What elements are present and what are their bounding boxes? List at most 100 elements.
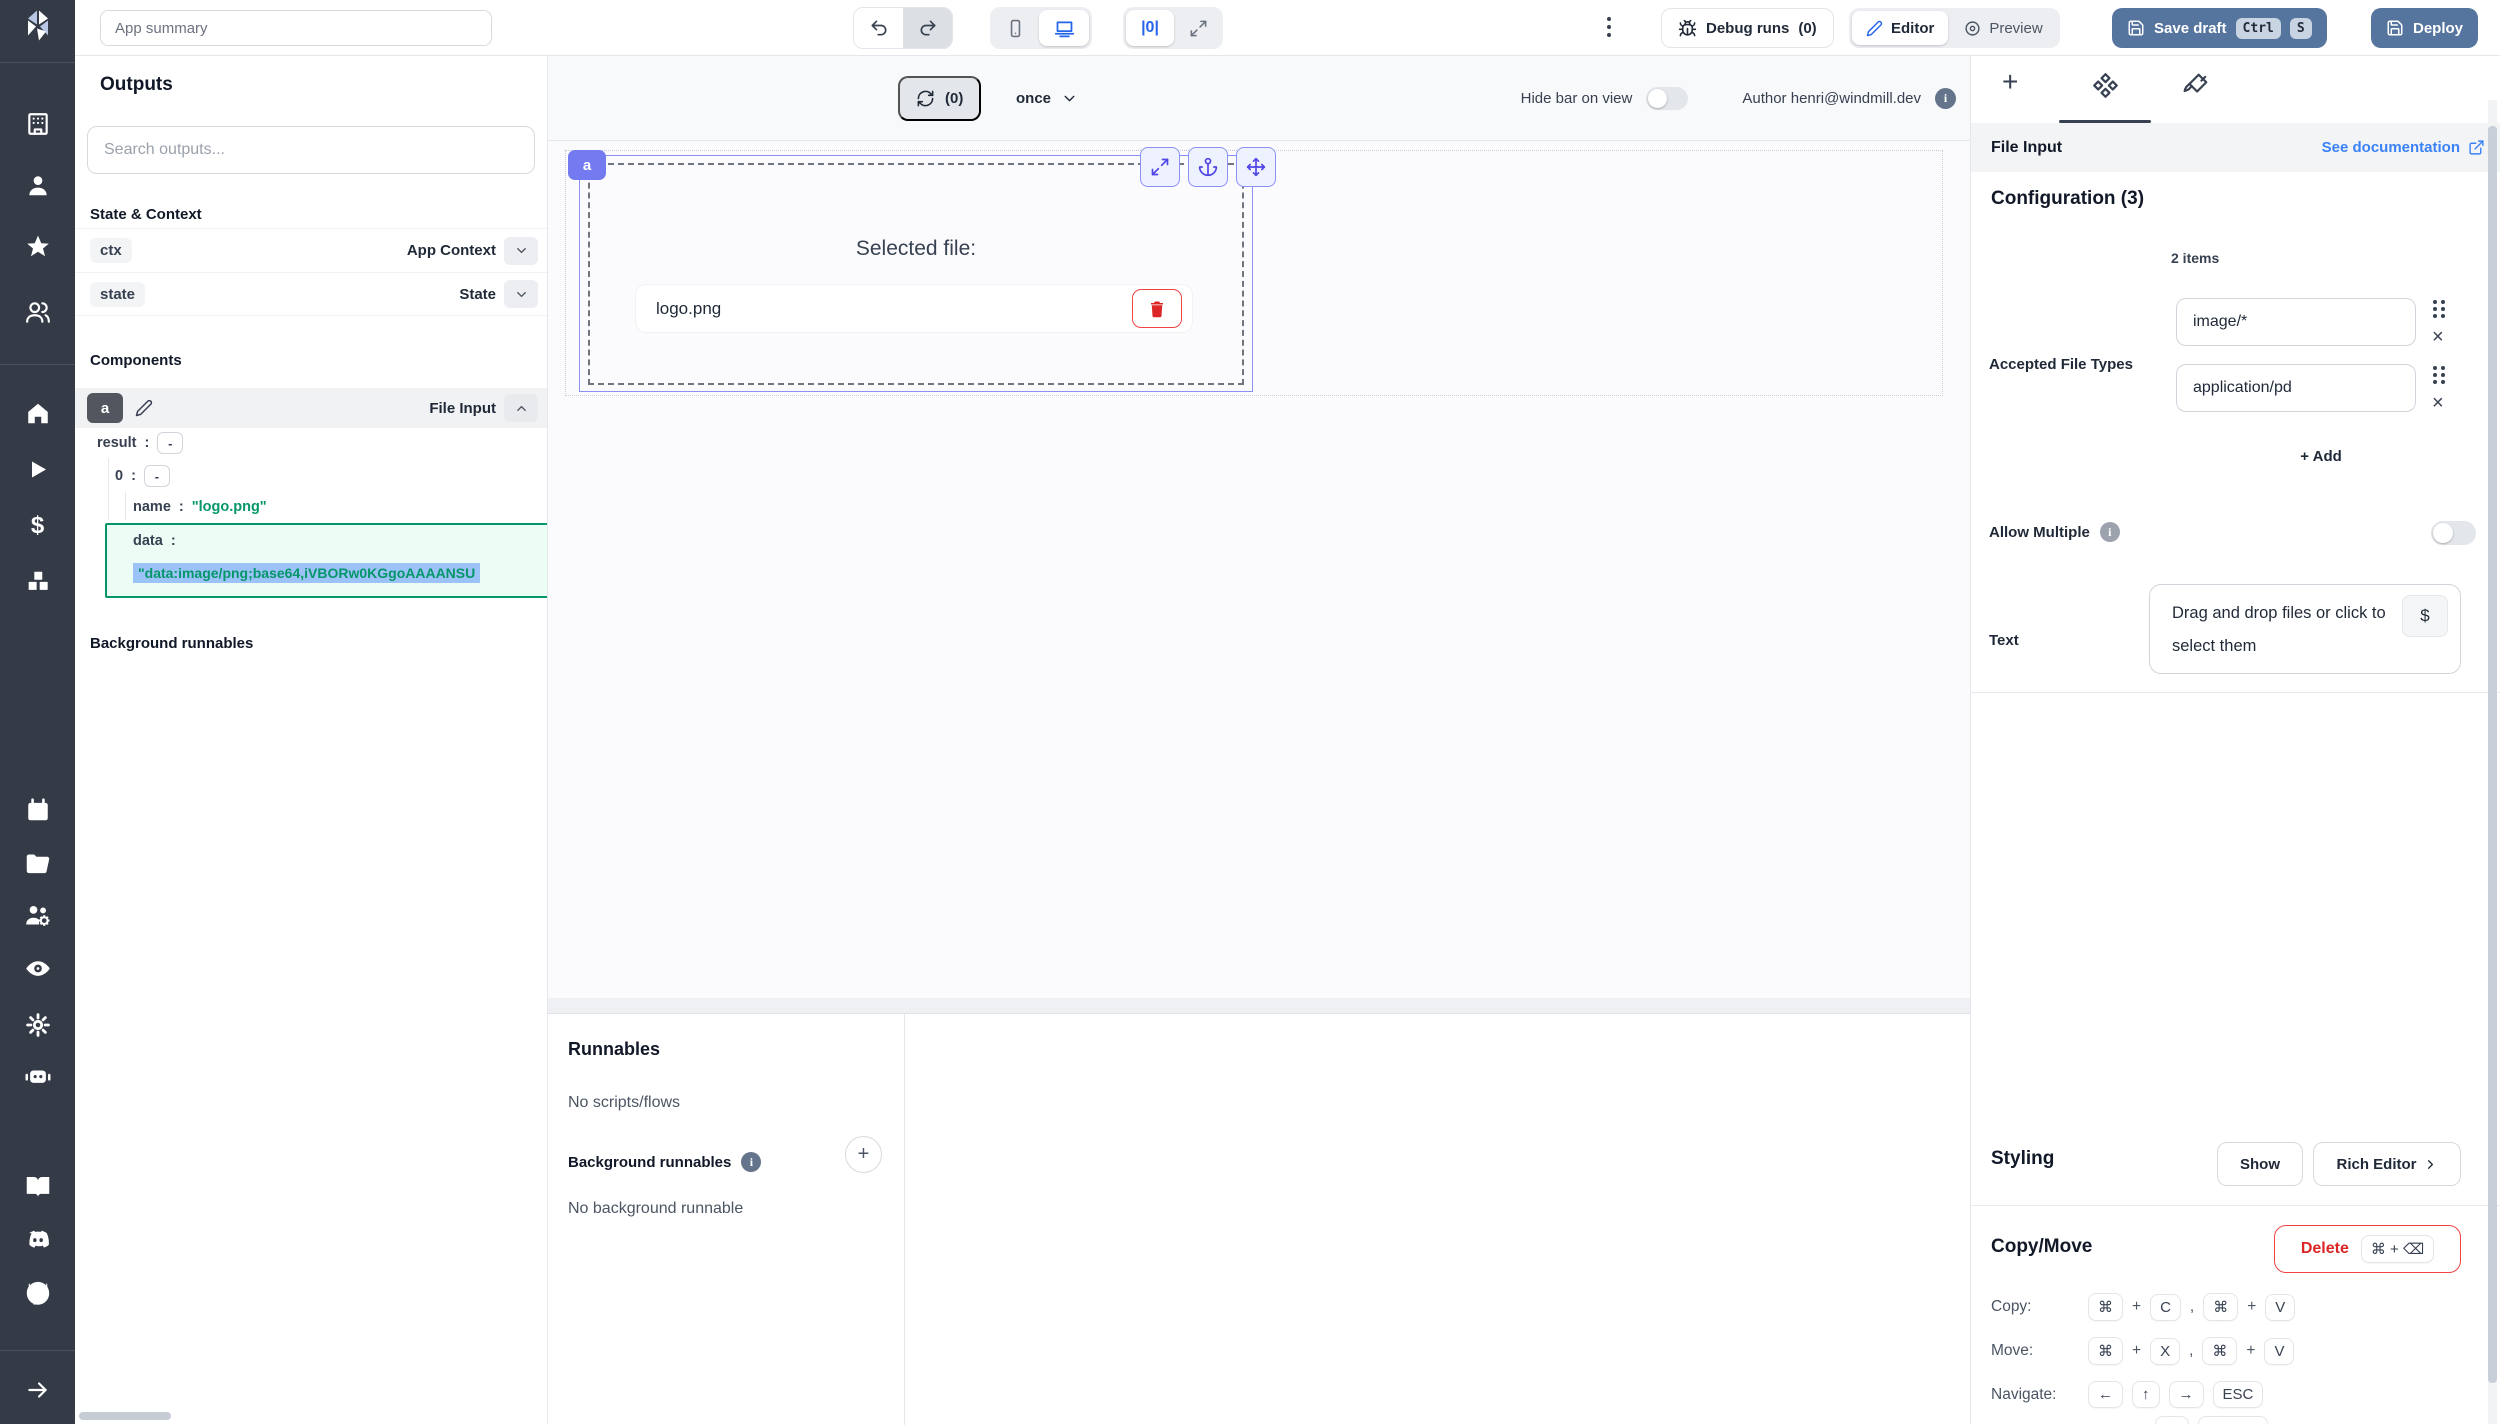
center-layout-button[interactable]: |0| [1126,10,1174,46]
component-badge[interactable]: a [87,393,123,423]
hide-bar-toggle[interactable] [1646,87,1688,110]
expand-handle[interactable] [1140,147,1180,187]
selected-output-data-box[interactable]: data : "data:image/png;base64,iVBORw0KGg… [105,523,548,598]
horizontal-scrollbar-thumb[interactable] [79,1412,171,1420]
add-background-runnable-button[interactable]: + [845,1136,882,1173]
user-icon[interactable] [25,173,51,204]
clipped-shortcut-row [1991,1416,2268,1424]
tab-styling[interactable] [2183,72,2209,98]
github-icon[interactable] [24,1280,52,1313]
accepted-type-input-2[interactable] [2176,364,2416,412]
text-field[interactable]: Drag and drop files or click to select t… [2149,584,2461,674]
workers-bot-icon[interactable] [24,1062,51,1094]
tab-preview[interactable]: Preview [1950,11,2056,45]
tree-result-row[interactable]: result : - [97,432,183,454]
more-options-kebab-icon[interactable] [1607,17,1611,37]
settings-header: File Input See documentation [1971,123,2500,172]
kbd-cmd: ⌘ [2088,1337,2123,1365]
variables-dollar-icon[interactable]: $ [31,512,44,540]
copy-shortcut-row: Copy: ⌘ + C , ⌘ + V [1991,1293,2295,1321]
tab-editor[interactable]: Editor [1852,11,1948,45]
docs-book-icon[interactable] [24,1173,51,1205]
plus-icon: + [2002,66,2018,97]
right-scrollbar-thumb[interactable] [2488,126,2497,1383]
remove-type-2-button[interactable]: × [2432,394,2444,412]
save-draft-button[interactable]: Save draft Ctrl S [2112,8,2327,48]
desktop-view-button[interactable] [1039,10,1089,46]
author-info-icon[interactable]: i [1935,88,1956,109]
mobile-view-button[interactable] [993,10,1037,46]
ctx-row[interactable]: ctx App Context [75,228,548,272]
allow-multiple-toggle[interactable] [2431,521,2476,545]
settings-gear-icon[interactable] [25,1012,51,1038]
expand-sidebar-arrow-icon[interactable] [25,1377,51,1403]
background-info-icon[interactable]: i [741,1152,761,1172]
app-canvas[interactable]: a Selected file: logo.png [548,141,1970,1013]
fullwidth-layout-button[interactable] [1176,10,1220,46]
see-documentation-link[interactable]: See documentation [2322,139,2485,156]
chevron-down-icon [514,287,529,302]
add-file-type-button[interactable]: + Add [2251,448,2391,465]
pencil-icon [1866,20,1883,37]
outputs-panel: Outputs State & Context ctx App Context … [75,56,548,1424]
users-icon[interactable] [25,299,51,325]
chevron-down-icon [1061,90,1078,107]
selected-component[interactable] [579,155,1253,392]
selected-file-row[interactable]: logo.png [636,285,1192,332]
allow-multiple-info-icon[interactable]: i [2100,522,2120,542]
drag-handle-icon[interactable] [2433,300,2446,318]
rename-pencil-icon[interactable] [135,399,153,417]
remove-file-button[interactable] [1132,289,1182,328]
schedules-calendar-icon[interactable] [25,798,51,829]
ctx-expand-button[interactable] [504,237,538,265]
component-id-badge[interactable]: a [568,150,606,180]
result-key: result [97,435,137,451]
groups-users-cog-icon[interactable] [24,902,51,934]
recompute-button[interactable]: (0) [898,76,981,121]
background-runnables-title: Background runnables [90,635,253,652]
collapse-result-button[interactable]: - [157,432,183,454]
tree-index-row[interactable]: 0 : - [115,465,170,487]
anchor-handle[interactable] [1188,147,1228,187]
accepted-type-input-1[interactable] [2176,298,2416,346]
home-icon[interactable] [25,401,51,432]
deploy-button[interactable]: Deploy [2371,8,2478,48]
component-header-row[interactable]: a File Input [75,388,548,428]
show-styling-button[interactable]: Show [2217,1142,2303,1186]
resources-boxes-icon[interactable] [24,567,51,599]
tree-name-row[interactable]: name : "logo.png" [133,499,267,515]
state-row[interactable]: state State [75,272,548,316]
debug-runs-count: (0) [1798,20,1816,37]
undo-redo-group [853,7,953,49]
tab-insert-component[interactable]: + [2002,66,2018,98]
audit-eye-icon[interactable] [24,955,51,987]
state-expand-button[interactable] [504,280,538,308]
folders-icon[interactable] [24,850,51,882]
delete-component-button[interactable]: Delete ⌘ + ⌫ [2274,1225,2461,1273]
kbd-partial [2198,1416,2268,1424]
rich-editor-button[interactable]: Rich Editor [2313,1142,2461,1186]
favorites-star-icon[interactable] [25,234,51,265]
app-summary-input[interactable] [100,10,492,46]
search-outputs-input[interactable] [87,126,535,174]
debug-runs-button[interactable]: Debug runs (0) [1661,8,1834,48]
remove-type-1-button[interactable]: × [2432,328,2444,346]
undo-button[interactable] [854,7,903,49]
redo-button[interactable] [903,7,952,49]
runs-play-icon[interactable] [26,458,50,487]
discord-icon[interactable] [24,1226,52,1259]
connect-dollar-button[interactable]: $ [2402,595,2448,637]
windmill-logo[interactable] [18,6,58,51]
drag-handle-icon[interactable] [2433,366,2446,384]
colon: : [171,533,176,549]
schedule-dropdown[interactable]: once [1016,76,1078,121]
move-handle[interactable] [1236,147,1276,187]
plus-sep: + [2132,1342,2141,1360]
component-collapse-button[interactable] [504,394,538,422]
canvas-toolbar: (0) once Hide bar on view Author henri@w… [548,56,1970,141]
expand-icon [1150,157,1170,177]
tab-component-settings[interactable] [2092,72,2119,99]
collapse-index-button[interactable]: - [144,465,170,487]
workspace-icon[interactable] [25,111,51,137]
runnables-left-pane: Runnables No scripts/flows Background ru… [548,1014,905,1425]
